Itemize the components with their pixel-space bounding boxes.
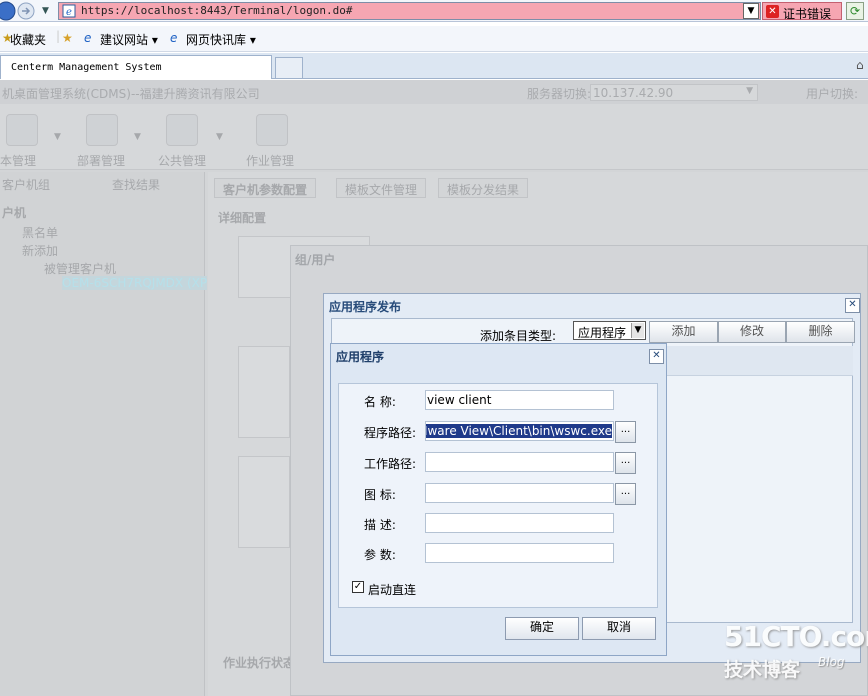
toolbar-basic-manage[interactable]: 本管理 [0, 152, 36, 169]
edit-button[interactable]: 修改 [718, 321, 786, 343]
group-user-title: 组/用户 [295, 253, 336, 267]
ghost-panel [238, 346, 290, 438]
separator: | [56, 29, 61, 43]
tab-client-group[interactable]: 客户机组 [2, 176, 50, 193]
user-switch-label: 用户切换: [806, 87, 859, 101]
close-icon[interactable]: ✕ [649, 349, 664, 364]
browse-icon-button[interactable]: ... [615, 483, 636, 505]
url-text: https://localhost:8443/Terminal/logon.do… [81, 4, 353, 17]
tree-item-new[interactable]: 新添加 [22, 242, 58, 259]
entry-type-value: 应用程序 [578, 326, 627, 340]
toolbar-public-manage[interactable]: 公共管理 [158, 152, 206, 169]
cert-error-label: 证书错误 [783, 7, 832, 21]
ie-icon: e [84, 31, 92, 45]
cancel-button[interactable]: 取消 [582, 617, 656, 640]
recent-pages-dropdown-icon[interactable]: ▼ [42, 6, 49, 16]
name-input[interactable]: view client [425, 390, 614, 410]
server-switch-label: 服务器切换: [527, 87, 592, 101]
tab-search-result[interactable]: 查找结果 [112, 176, 160, 193]
entry-type-select[interactable]: 应用程序 ▼ [573, 321, 646, 340]
ok-button[interactable]: 确定 [505, 617, 579, 640]
public-manage-icon [166, 114, 198, 146]
certificate-error-button[interactable]: ✕ 证书错误 [762, 2, 842, 21]
params-label: 参 数: [364, 548, 396, 562]
icon-label: 图 标: [364, 488, 396, 502]
url-dropdown-icon[interactable]: ▼ [743, 3, 759, 19]
chevron-down-icon: ▼ [134, 132, 141, 142]
workdir-input[interactable] [425, 452, 614, 472]
tree-root: 户机 [2, 206, 27, 220]
new-tab-button[interactable] [275, 57, 303, 79]
web-slice-gallery-link[interactable]: 网页快讯库 ▾ [186, 31, 256, 48]
icon-input[interactable] [425, 483, 614, 503]
tab-template-files[interactable]: 模板文件管理 [336, 178, 427, 198]
favorites-bar: ★ 收藏夹 | ★ e 建议网站 ▾ e 网页快讯库 ▾ [0, 26, 868, 52]
ghost-panel [238, 456, 290, 548]
ie-page-icon: e [62, 4, 76, 18]
tab-title: Centerm Management System [11, 62, 162, 73]
close-icon[interactable]: ✕ [845, 298, 860, 313]
tree-item-blacklist[interactable]: 黑名单 [22, 224, 58, 241]
description-input[interactable] [425, 513, 614, 533]
ie-icon: e [170, 31, 178, 45]
back-forward-buttons[interactable] [0, 1, 38, 21]
autostart-label: 启动直连 [368, 583, 417, 597]
refresh-icon[interactable]: ⟳ [846, 2, 864, 20]
home-icon[interactable]: ⌂ [856, 58, 864, 72]
svg-text:e: e [66, 7, 72, 18]
basic-manage-icon [6, 114, 38, 146]
tab-client-config[interactable]: 客户机参数配置 [214, 178, 317, 198]
left-panel: 客户机组 查找结果 户机 黑名单 新添加 被管理客户机 OEM-6SCH7RQJ… [0, 172, 208, 696]
app-title: 机桌面管理系统(CDMS)--福建升腾资讯有限公司 [2, 87, 260, 101]
chevron-down-icon: ▼ [631, 323, 644, 338]
deploy-manage-icon [86, 114, 118, 146]
params-input[interactable] [425, 543, 614, 563]
toolbar-job-manage[interactable]: 作业管理 [246, 152, 294, 169]
delete-button[interactable]: 删除 [786, 321, 855, 343]
browse-workdir-button[interactable]: ... [615, 452, 636, 474]
program-path-label: 程序路径: [364, 426, 417, 440]
favorites-button[interactable]: 收藏夹 [10, 31, 46, 48]
detail-config-header: 详细配置 [218, 211, 267, 225]
name-label: 名 称: [364, 395, 396, 409]
program-path-input[interactable]: \VMware View\Client\bin\wswc.exe [425, 421, 614, 441]
tree-item-client[interactable]: OEM-6SCH7RQJMDX (XP [62, 276, 208, 290]
chevron-down-icon: ▼ [216, 132, 223, 142]
description-label: 描 述: [364, 518, 396, 532]
watermark-slogan: 技术博客 [724, 659, 801, 681]
entry-type-label: 添加条目类型: [480, 329, 557, 343]
watermark-logo: 51CTO.com [724, 620, 868, 653]
watermark-blog: Blog [818, 655, 845, 669]
browse-program-button[interactable]: ... [615, 421, 636, 443]
job-manage-icon [256, 114, 288, 146]
server-select[interactable]: 10.137.42.90 ▼ [590, 84, 758, 101]
toolbar-deploy-manage[interactable]: 部署管理 [77, 152, 125, 169]
autostart-checkbox[interactable]: ✓ [352, 581, 364, 593]
add-button[interactable]: 添加 [649, 321, 718, 343]
app-toolbar: ▼ 本管理 ▼ 部署管理 ▼ 公共管理 作业管理 [0, 104, 868, 170]
shield-error-icon: ✕ [766, 5, 779, 18]
tree-item-managed[interactable]: 被管理客户机 [44, 260, 116, 277]
chevron-down-icon: ▼ [54, 132, 61, 142]
program-path-value: \VMware View\Client\bin\wswc.exe [426, 424, 612, 438]
chevron-down-icon: ▼ [746, 86, 753, 96]
workdir-label: 工作路径: [364, 457, 417, 471]
suggested-sites-link[interactable]: 建议网站 ▾ [100, 31, 158, 48]
browser-tab-active[interactable]: Centerm Management System [0, 55, 272, 79]
tab-template-results[interactable]: 模板分发结果 [438, 178, 529, 198]
application-dialog-title: 应用程序 [336, 350, 385, 364]
add-favorite-icon[interactable]: ★ [62, 31, 73, 45]
server-ip: 10.137.42.90 [593, 86, 674, 100]
url-field[interactable]: e https://localhost:8443/Terminal/logon.… [58, 2, 761, 20]
job-status-header: 作业执行状态 [223, 656, 296, 670]
app-publish-title: 应用程序发布 [329, 300, 402, 314]
